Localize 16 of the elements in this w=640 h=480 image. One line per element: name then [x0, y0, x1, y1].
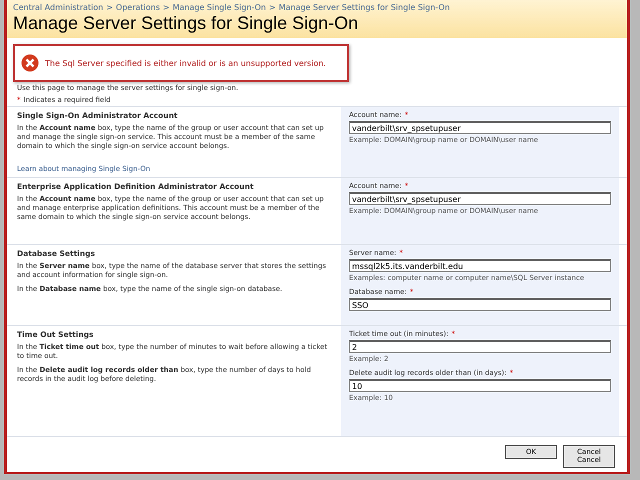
breadcrumb-link[interactable]: Operations: [116, 3, 160, 12]
breadcrumb-separator: >: [162, 3, 170, 12]
breadcrumb-link[interactable]: Manage Server Settings for Single Sign-On: [278, 3, 450, 12]
text-input[interactable]: mssql2k5.its.vanderbilt.edu: [349, 259, 611, 272]
page-title: Manage Server Settings for Single Sign-On: [13, 13, 360, 34]
text-input[interactable]: 10: [349, 379, 611, 392]
breadcrumb-separator: >: [269, 3, 276, 12]
breadcrumb-link[interactable]: Central Administration: [13, 3, 104, 12]
text-input[interactable]: vanderbilt\srv_spsetupuser: [349, 192, 611, 205]
text-input[interactable]: SSO: [349, 298, 611, 311]
error-icon: [21, 54, 39, 72]
error-text: The Sql Server specified is either invalid or is an unsupported version.: [45, 58, 326, 68]
text-input[interactable]: vanderbilt\srv_spsetupuser: [349, 121, 611, 134]
breadcrumb-separator: >: [106, 3, 113, 12]
breadcrumb-link[interactable]: Manage Single Sign-On: [172, 3, 266, 12]
text-input[interactable]: 2: [349, 340, 611, 353]
